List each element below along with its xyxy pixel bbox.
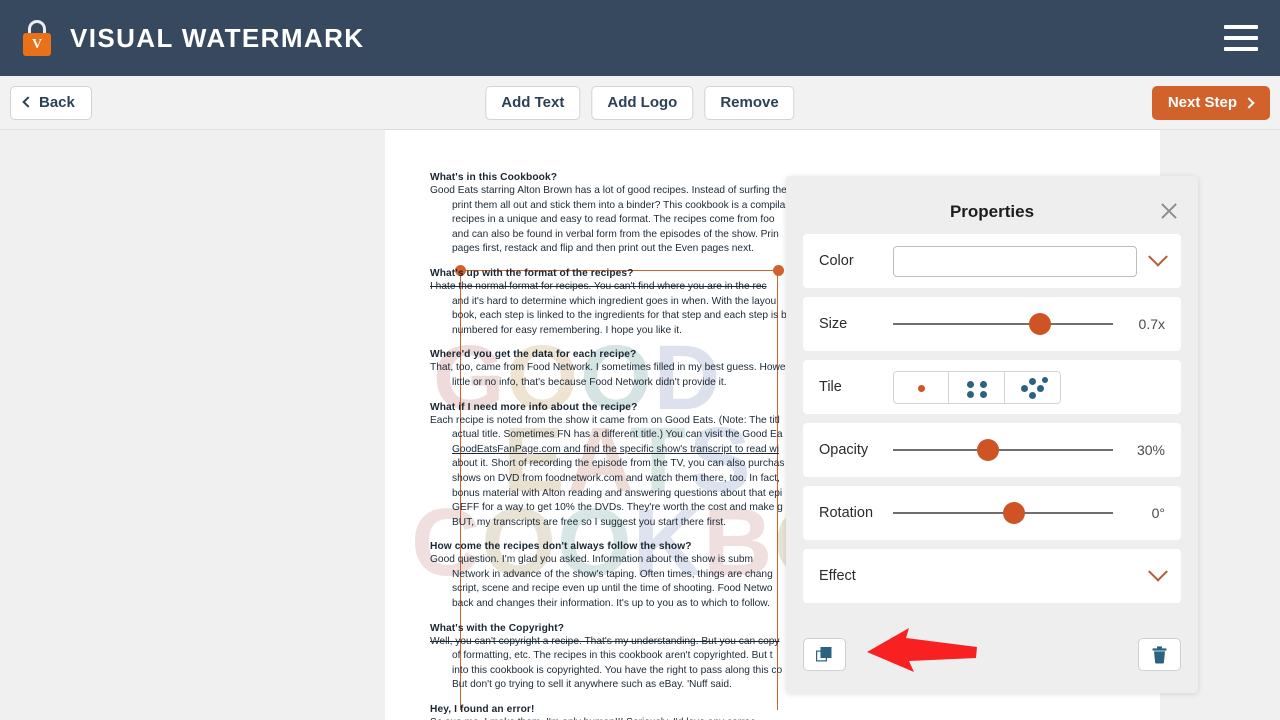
watermark-editor-app: V VISUAL WATERMARK Back Add Text Add Log… [0,0,1280,720]
doc-line: Good question. I'm glad you asked. Infor… [430,554,754,566]
doc-line: I hate the normal format for recipes. Yo… [430,280,767,292]
back-button-label: Back [39,94,75,111]
size-value: 0.7x [1138,316,1165,332]
doc-line: script, scene and recipe even up until t… [452,583,773,595]
chevron-left-icon [22,95,34,108]
color-label: Color [819,253,854,269]
doc-line: Well, you can't copyright a recipe. That… [430,635,780,647]
doc-line: BUT, my transcripts are free so I sugges… [452,516,727,528]
opacity-value: 30% [1136,442,1165,458]
remove-button[interactable]: Remove [704,85,795,120]
doc-line: GEFF for a way to get 10% the DVDs. They… [452,502,783,514]
color-row: Color [803,234,1181,288]
doc-line: and it's hard to determine which ingredi… [452,295,777,307]
doc-line: into this cookbook is copyrighted. You h… [452,664,783,676]
doc-line-link[interactable]: GoodEatsFanPage.com and find the specifi… [430,443,792,458]
doc-section-body: I hate the normal format for recipes. Yo… [430,280,792,338]
properties-panel-header: Properties [803,190,1181,234]
chevron-down-icon[interactable] [1148,561,1168,582]
delete-button[interactable] [1138,638,1181,671]
add-text-button[interactable]: Add Text [485,85,581,120]
doc-line: But don't go trying to sell it anywhere … [452,679,732,691]
doc-section-body: Good question. I'm glad you asked. Infor… [430,553,792,611]
doc-section-body: That, too, came from Food Network. I som… [430,361,792,390]
doc-line: print them all out and stick them into a… [452,199,786,211]
rotation-row: Rotation 0° [803,486,1181,540]
properties-panel: Properties Color Size 0.7x Tile Opacity … [786,176,1198,693]
app-header: V VISUAL WATERMARK [0,0,1280,76]
opacity-slider-track [893,449,1113,451]
doc-line: That, too, came from Food Network. I som… [430,362,786,374]
red-arrow-icon [867,628,977,672]
doc-section: Hey, I found an error! So sue me. I make… [430,704,1160,720]
doc-line: little or no info, that's because Food N… [452,376,727,388]
next-step-button[interactable]: Next Step [1151,85,1270,120]
back-button[interactable]: Back [10,85,92,120]
opacity-slider[interactable] [893,439,1113,461]
opacity-slider-knob[interactable] [976,439,999,461]
hamburger-menu-icon[interactable] [1224,25,1258,51]
tile-diamond-icon[interactable] [1005,370,1061,404]
color-input[interactable] [893,245,1137,277]
doc-line: pages first, restack and flip and then p… [452,243,754,255]
doc-line: Good Eats starring Alton Brown has a lot… [430,185,787,196]
toolbar-center-actions: Add Text Add Logo Remove [485,85,795,120]
doc-section-body: Well, you can't copyright a recipe. That… [430,635,792,693]
rotation-slider[interactable] [893,502,1113,524]
padlock-icon: V [20,18,54,58]
tile-options-group [893,370,1061,404]
opacity-label: Opacity [819,442,869,458]
doc-section-body: Each recipe is noted from the show it ca… [430,414,792,531]
add-logo-button[interactable]: Add Logo [591,85,694,120]
rotation-value: 0° [1151,505,1165,521]
size-slider-track [893,323,1113,325]
doc-line: numbered for easy remembering. I hope yo… [452,324,682,336]
tile-label: Tile [819,379,842,395]
effect-row[interactable]: Effect [803,549,1181,603]
doc-section-body: Good Eats starring Alton Brown has a lot… [430,184,792,257]
doc-line: recipes in a unique and easy to read for… [452,214,775,226]
duplicate-icon [816,647,832,662]
panel-footer-actions [803,638,1181,671]
doc-line: book, each step is linked to the ingredi… [452,310,787,322]
opacity-row: Opacity 30% [803,423,1181,477]
chevron-down-icon[interactable] [1148,246,1168,267]
doc-line: shows on DVD from foodnetwork.com and wa… [452,472,780,484]
doc-section-heading: Hey, I found an error! [430,704,535,716]
doc-line: bonus material with Alton reading and an… [452,487,783,499]
close-icon[interactable] [1158,200,1180,222]
logo-letter: V [31,36,43,52]
editor-toolbar: Back Add Text Add Logo Remove Next Step [0,76,1280,130]
doc-line: about it. Short of recording the episode… [452,458,785,470]
brand-logo[interactable]: V VISUAL WATERMARK [20,18,364,58]
next-step-label: Next Step [1167,94,1237,111]
size-slider[interactable] [893,313,1113,335]
effect-label: Effect [819,568,856,584]
rotation-label: Rotation [819,505,874,521]
doc-section-body: So sue me. I make them. I'm only human!!… [430,716,792,720]
chevron-right-icon [1243,96,1255,109]
rotation-slider-knob[interactable] [1003,502,1025,524]
tile-single-icon[interactable] [893,370,949,404]
doc-line: back and changes their information. It's… [452,598,770,610]
trash-icon [1152,645,1167,663]
doc-line: of formatting, etc. The recipes in this … [452,650,773,662]
size-slider-knob[interactable] [1029,313,1052,335]
doc-line: and can also be found in verbal form fro… [452,228,779,240]
tile-grid-icon[interactable] [949,370,1005,404]
panel-title: Properties [949,202,1035,221]
tile-row: Tile [803,360,1181,414]
doc-line: Network in advance of the show's taping.… [452,568,773,580]
doc-line: Each recipe is noted from the show it ca… [430,414,780,426]
doc-line: actual title. Sometimes FN has a differe… [452,429,783,441]
brand-name: VISUAL WATERMARK [70,22,365,53]
size-row: Size 0.7x [803,297,1181,351]
size-label: Size [819,316,848,332]
duplicate-button[interactable] [803,638,846,671]
